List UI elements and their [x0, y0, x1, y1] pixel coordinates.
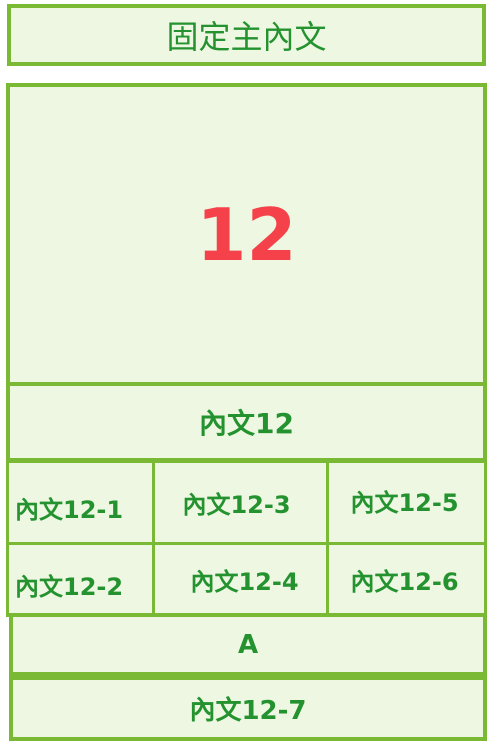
grid-cell-6: 內文12-6	[326, 542, 487, 617]
grid-cell-4: 內文12-4	[152, 542, 329, 617]
row-12-7-box: 內文12-7	[9, 676, 487, 741]
main-content-box: 12	[6, 83, 487, 386]
grid-cell-3: 內文12-3	[152, 460, 329, 545]
grid-cell-2: 內文12-2	[6, 542, 155, 617]
section-label: 內文12	[199, 407, 294, 440]
row-a-label: A	[237, 629, 259, 660]
grid-cell-5-label: 內文12-5	[350, 489, 459, 517]
row-12-7-label: 內文12-7	[189, 696, 307, 726]
grid-cell-6-label: 內文12-6	[350, 568, 459, 596]
header-title: 固定主內文	[166, 18, 327, 56]
header-box: 固定主內文	[7, 4, 486, 66]
grid-cell-1-label: 內文12-1	[15, 496, 124, 524]
section-label-box: 內文12	[6, 382, 487, 462]
grid-cell-2-label: 內文12-2	[15, 573, 124, 601]
grid-cell-5: 內文12-5	[326, 460, 487, 545]
main-number: 12	[196, 192, 297, 277]
grid-cell-1: 內文12-1	[6, 460, 155, 545]
grid-cell-3-label: 內文12-3	[182, 491, 291, 519]
row-a-box: A	[9, 613, 487, 676]
grid-cell-4-label: 內文12-4	[190, 568, 299, 596]
